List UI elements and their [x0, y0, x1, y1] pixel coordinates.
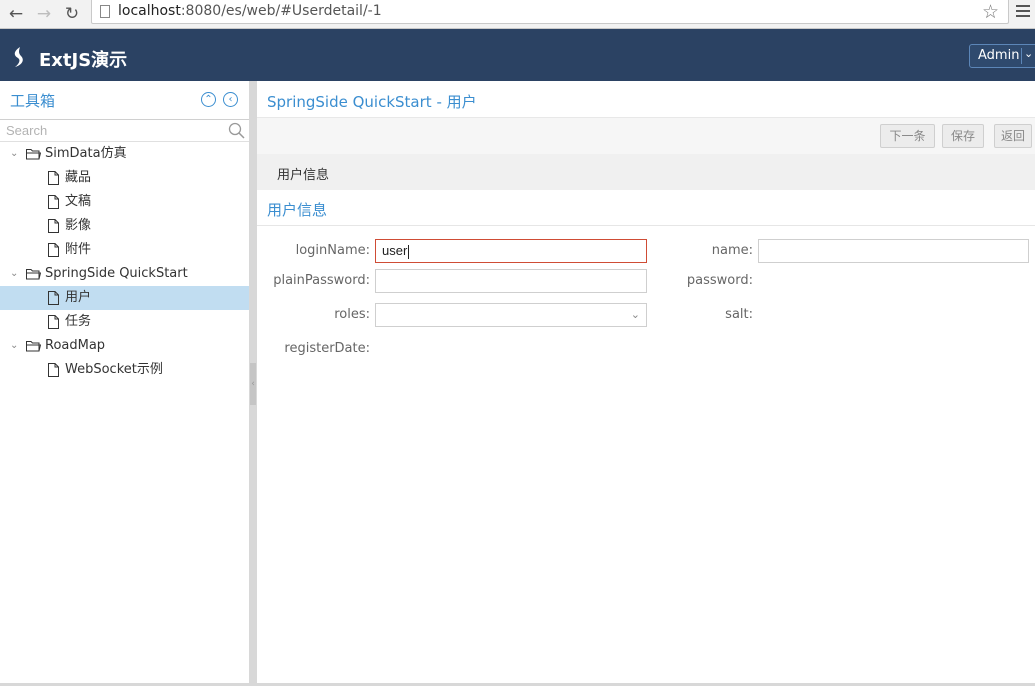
name-field[interactable] — [758, 239, 1029, 263]
form-toolbar: 下一条 保存 返回 — [257, 117, 1035, 154]
save-button[interactable]: 保存 — [942, 124, 984, 148]
roles-combobox[interactable]: ⌄ — [375, 303, 647, 327]
tree-leaf-collections[interactable]: 藏品 — [0, 166, 249, 190]
split-divider — [1021, 48, 1022, 64]
collapse-handle-icon[interactable]: ‹ — [250, 363, 256, 405]
forward-arrow-icon[interactable]: → — [34, 4, 54, 24]
collapse-up-icon[interactable]: ⌃ — [201, 92, 216, 107]
tree-item-label: SimData仿真 — [45, 146, 127, 161]
tree-leaf-websocket[interactable]: WebSocket示例 — [0, 358, 249, 382]
browser-menu-icon[interactable] — [1016, 5, 1030, 20]
password-label: password: — [686, 273, 753, 288]
next-record-button[interactable]: 下一条 — [880, 124, 935, 148]
sidebar-title: 工具箱 — [10, 92, 56, 110]
app-logo-icon — [14, 47, 23, 67]
address-bar[interactable]: localhost:8080/es/web/#Userdetail/-1 — [91, 0, 1009, 24]
tree-item-label: 影像 — [65, 218, 92, 233]
tree-item-label: WebSocket示例 — [65, 362, 163, 377]
chevron-down-icon[interactable]: ⌄ — [10, 142, 18, 166]
document-icon — [48, 363, 59, 377]
plainpassword-field[interactable] — [375, 269, 647, 293]
nav-tree: ⌄ SimData仿真 藏品 文稿 影像 附件 ⌄ SpringSide Qui… — [0, 142, 249, 382]
document-icon — [48, 219, 59, 233]
loginname-value: user — [382, 243, 408, 258]
search-icon[interactable] — [228, 122, 245, 139]
url-text[interactable]: localhost:8080/es/web/#Userdetail/-1 — [118, 3, 382, 19]
tree-item-label: 附件 — [65, 242, 92, 257]
roles-label: roles: — [334, 307, 370, 322]
sidebar-search — [0, 119, 249, 142]
loginname-field[interactable]: user — [375, 239, 647, 263]
loginname-label: loginName: — [295, 243, 370, 258]
tree-leaf-images[interactable]: 影像 — [0, 214, 249, 238]
sidebar: 工具箱 ⌃ ‹ ⌄ SimData仿真 藏品 文稿 影像 附件 — [0, 81, 249, 686]
tree-folder-simdata[interactable]: ⌄ SimData仿真 — [0, 142, 249, 166]
document-icon — [48, 171, 59, 185]
name-label: name: — [711, 243, 753, 258]
tree-item-label: 用户 — [65, 290, 92, 305]
url-host: localhost — [118, 3, 181, 19]
browser-toolbar: ← → ↻ localhost:8080/es/web/#Userdetail/… — [0, 0, 1035, 29]
tree-item-label: RoadMap — [45, 338, 106, 353]
tree-item-label: 文稿 — [65, 194, 92, 209]
user-menu-label: Admin — [978, 48, 1020, 63]
tree-item-label: 任务 — [65, 314, 92, 329]
search-input[interactable] — [0, 120, 225, 141]
app-header: ExtJS演示 Admin ⌄ — [0, 29, 1035, 81]
document-icon — [48, 243, 59, 257]
chevron-down-icon[interactable]: ⌄ — [10, 262, 18, 286]
tree-item-label: SpringSide QuickStart — [45, 266, 188, 281]
text-caret — [408, 244, 410, 259]
plainpassword-label: plainPassword: — [273, 273, 370, 288]
folder-open-icon — [26, 341, 41, 352]
salt-label: salt: — [725, 307, 753, 322]
section-divider — [257, 225, 1035, 226]
chevron-down-icon[interactable]: ⌄ — [10, 334, 18, 358]
back-button[interactable]: 返回 — [994, 124, 1032, 148]
tree-item-label: 藏品 — [65, 170, 92, 185]
user-menu-button[interactable]: Admin ⌄ — [969, 44, 1035, 68]
tab-user-info[interactable]: 用户信息 — [277, 164, 329, 183]
folder-open-icon — [26, 149, 41, 160]
app-title: ExtJS演示 — [39, 50, 128, 71]
document-icon — [48, 195, 59, 209]
tree-folder-roadmap[interactable]: ⌄ RoadMap — [0, 334, 249, 358]
section-title: 用户信息 — [267, 201, 328, 219]
bookmark-star-icon[interactable]: ☆ — [982, 1, 999, 23]
tree-leaf-tasks[interactable]: 任务 — [0, 310, 249, 334]
tree-leaf-attachments[interactable]: 附件 — [0, 238, 249, 262]
main-panel: SpringSide QuickStart - 用户 下一条 保存 返回 用户信… — [257, 81, 1035, 686]
chevron-down-icon[interactable]: ⌄ — [1024, 47, 1033, 60]
collapse-left-icon[interactable]: ‹ — [223, 92, 238, 107]
tree-folder-springside[interactable]: ⌄ SpringSide QuickStart — [0, 262, 249, 286]
tree-leaf-manuscripts[interactable]: 文稿 — [0, 190, 249, 214]
reload-icon[interactable]: ↻ — [62, 4, 82, 24]
tree-leaf-users[interactable]: 用户 — [0, 286, 249, 310]
panel-splitter[interactable]: ‹ — [249, 81, 257, 686]
back-arrow-icon[interactable]: ← — [6, 4, 26, 24]
document-icon — [48, 315, 59, 329]
chevron-down-icon[interactable]: ⌄ — [631, 304, 640, 326]
document-icon — [48, 291, 59, 305]
registerdate-label: registerDate: — [284, 341, 370, 356]
page-title: SpringSide QuickStart - 用户 — [267, 93, 477, 111]
url-path: :8080/es/web/#Userdetail/-1 — [180, 3, 382, 19]
page-icon — [100, 5, 110, 18]
tab-strip: 用户信息 — [257, 154, 1035, 190]
folder-open-icon — [26, 269, 41, 280]
